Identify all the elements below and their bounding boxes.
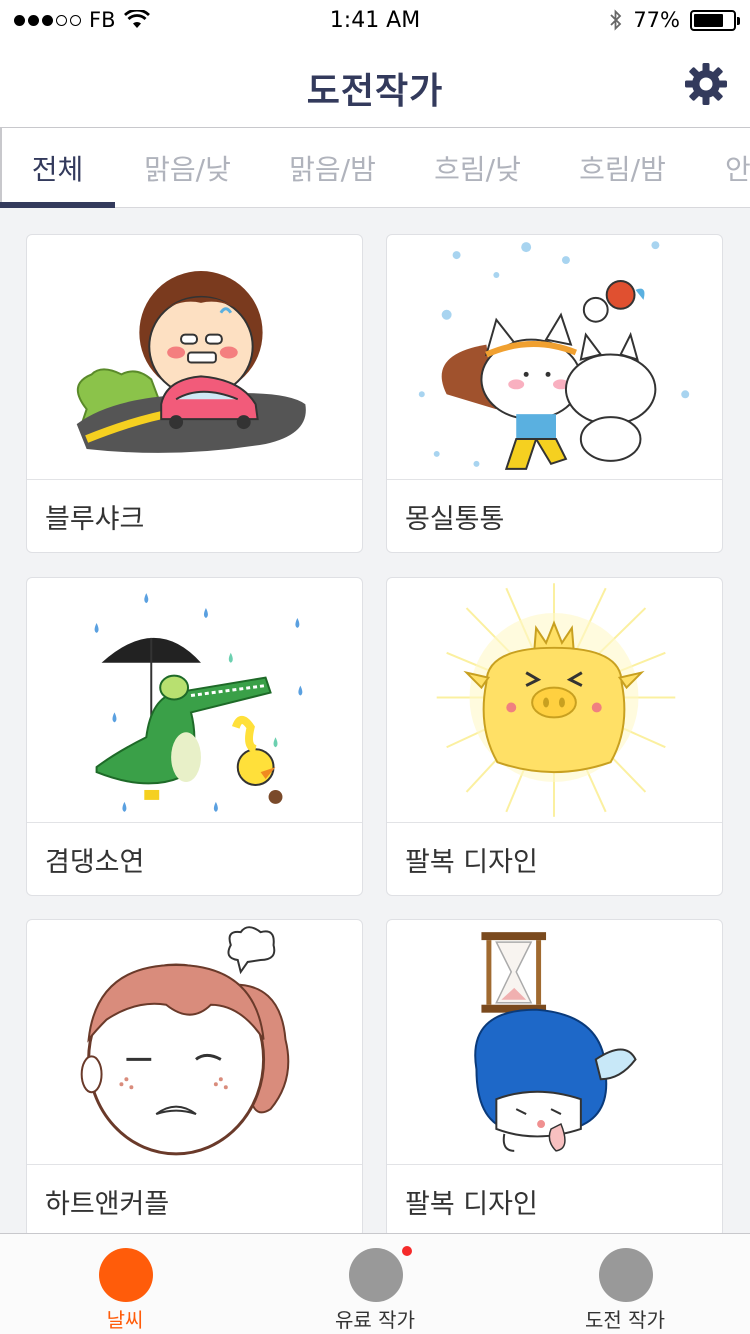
- sticker-card[interactable]: 블루샤크: [26, 234, 363, 553]
- sticker-card-label: 팔복 디자인: [405, 847, 538, 878]
- bottom-tab-weather[interactable]: 날씨: [0, 1234, 250, 1334]
- sticker-card-label: 하트앤커플: [45, 1189, 170, 1220]
- gear-icon[interactable]: [684, 62, 728, 106]
- weather-tab-icon: [99, 1248, 153, 1302]
- bottom-tab-bar: 날씨 유료 작가 도전 작가: [0, 1233, 750, 1334]
- tab-clear-night[interactable]: 맑음/밤: [260, 128, 405, 207]
- glowing-yellow-pig-image: [387, 578, 722, 823]
- tab-partial[interactable]: 안: [695, 128, 750, 207]
- category-tabs: 전체 맑음/낮 맑음/밤 흐림/낮 흐림/밤 안: [0, 128, 750, 208]
- notification-badge: [402, 1246, 412, 1256]
- sticker-card-label: 겸댕소연: [45, 847, 145, 878]
- white-cats-in-snow-image: [387, 235, 722, 480]
- bluetooth-icon: [610, 9, 622, 31]
- status-right: 77%: [609, 8, 740, 32]
- sticker-card[interactable]: 팔복 디자인: [386, 577, 723, 896]
- bottom-tab-paid-artists[interactable]: 유료 작가: [250, 1234, 500, 1334]
- sticker-card[interactable]: 겸댕소연: [26, 577, 363, 896]
- bottom-tab-label: 날씨: [106, 1308, 144, 1332]
- status-bar: FB 1:41 AM 77%: [0, 0, 750, 40]
- sticker-card-label: 블루샤크: [45, 504, 145, 535]
- tab-cloudy-day[interactable]: 흐림/낮: [405, 128, 550, 207]
- sticker-card[interactable]: 하트앤커플: [26, 919, 363, 1238]
- girl-with-hourglass-image: [387, 920, 722, 1165]
- tab-cloudy-night[interactable]: 흐림/밤: [550, 128, 695, 207]
- tab-active-indicator: [0, 202, 115, 208]
- tab-clear-day[interactable]: 맑음/낮: [115, 128, 260, 207]
- frowning-girl-pink-hair-image: [27, 920, 362, 1165]
- nav-bar: 도전작가: [0, 40, 750, 128]
- sticker-card[interactable]: 팔복 디자인: [386, 919, 723, 1238]
- tab-all[interactable]: 전체: [0, 128, 115, 207]
- bottom-tab-challenge-artists[interactable]: 도전 작가: [500, 1234, 750, 1334]
- sticker-card[interactable]: 몽실통통: [386, 234, 723, 553]
- tab-divider: [0, 128, 2, 208]
- girl-in-pink-car-image: [27, 235, 362, 480]
- battery-percent: 77%: [633, 8, 680, 32]
- sticker-card-label: 팔복 디자인: [405, 1189, 538, 1220]
- page-title: 도전작가: [306, 71, 444, 112]
- crocodile-with-umbrella-image: [27, 578, 362, 823]
- sticker-card-label: 몽실통통: [405, 504, 505, 535]
- paid-artists-tab-icon: [349, 1248, 403, 1302]
- battery-fill: [694, 13, 724, 27]
- battery-icon: [690, 9, 740, 31]
- challenge-artists-tab-icon: [599, 1248, 653, 1302]
- bottom-tab-label: 유료 작가: [335, 1308, 415, 1332]
- bottom-tab-label: 도전 작가: [585, 1308, 665, 1332]
